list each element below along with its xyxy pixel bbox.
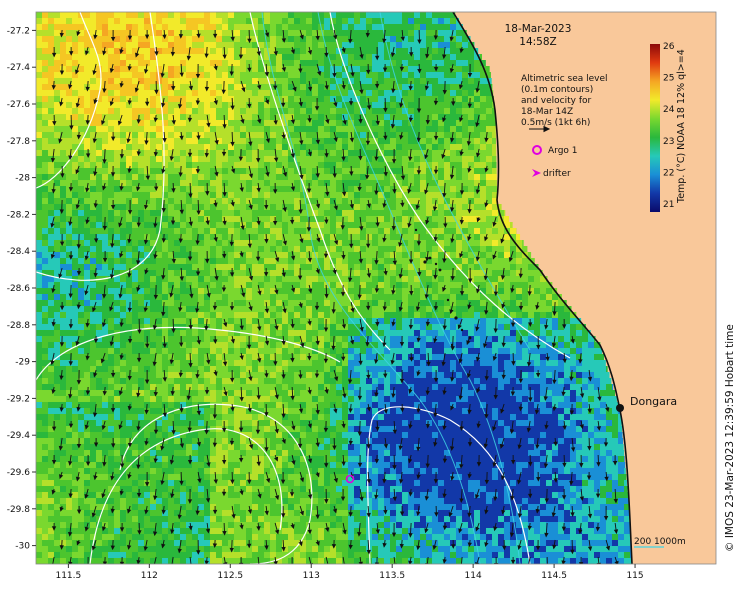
sea-surface-temperature-map: 111.5 112 112.5 113 113.5 114 114.5 115 -27.2-2… xyxy=(7,11,717,581)
map-date: 18-Mar-2023 xyxy=(505,23,572,35)
argo-label: Argo 1 xyxy=(548,146,578,156)
current-arrowhead xyxy=(190,567,193,570)
y-tick-label: -28.6 xyxy=(7,284,31,294)
x-axis: 111.5 112 112.5 113 113.5 114 114.5 115 xyxy=(55,564,644,581)
colorbar-tick-label: 23 xyxy=(663,137,674,147)
y-tick-label: -29 xyxy=(15,358,30,368)
x-tick-label: 114 xyxy=(465,571,482,581)
current-arrowhead xyxy=(291,566,294,569)
colorbar-tick-label: 24 xyxy=(663,105,675,115)
colorbar-gradient xyxy=(650,44,660,212)
current-arrowhead xyxy=(153,565,156,568)
current-arrowhead xyxy=(328,563,330,564)
legend-line: and velocity for xyxy=(521,96,592,106)
x-tick-label: 113 xyxy=(303,571,320,581)
legend-line: (0.1m contours) xyxy=(521,85,593,95)
colorbar-tick-label: 21 xyxy=(663,200,674,210)
colorbar-tick-label: 22 xyxy=(663,168,674,178)
copyright-notice: © IMOS 23-Mar-2023 12:39:59 Hobart time xyxy=(724,324,736,552)
current-arrowhead xyxy=(51,566,54,569)
y-tick-label: -27.8 xyxy=(7,137,31,147)
x-tick-label: 111.5 xyxy=(55,571,81,581)
y-tick-label: -29.2 xyxy=(7,394,30,404)
scale-bar-label: 200 1000m xyxy=(634,537,686,547)
legend-line: Altimetric sea level xyxy=(521,74,608,84)
y-tick-label: -29.4 xyxy=(7,431,31,441)
drifter-label: drifter xyxy=(543,169,571,179)
x-tick-label: 112.5 xyxy=(217,571,243,581)
y-tick-label: -28.2 xyxy=(7,210,30,220)
x-tick-label: 112 xyxy=(141,571,158,581)
current-arrowhead xyxy=(527,566,530,569)
x-tick-label: 115 xyxy=(626,571,643,581)
place-label: Dongara xyxy=(630,395,677,408)
y-axis: -27.2 -27.4 -27.6 -27.8 -28 -28.2 -28.4 -28.6 -2… xyxy=(7,26,36,552)
current-arrowhead xyxy=(460,566,463,569)
x-tick-label: 113.5 xyxy=(379,571,405,581)
y-tick-label: -29.8 xyxy=(7,505,31,515)
current-arrowhead xyxy=(102,561,108,564)
legend-line: 0.5m/s (1kt 6h) xyxy=(521,118,590,128)
colorbar-tick-label: 25 xyxy=(663,74,674,84)
y-tick-label: -28.4 xyxy=(7,247,31,257)
y-tick-label: -27.4 xyxy=(7,63,31,73)
y-tick-label: -30 xyxy=(15,542,30,552)
colorbar-tick-label: 26 xyxy=(663,42,675,52)
y-tick-label: -27.2 xyxy=(7,26,30,36)
current-arrowhead xyxy=(87,566,90,569)
current-arrowhead xyxy=(546,566,549,569)
legend-line: 18-Mar 14Z xyxy=(521,107,573,117)
x-tick-label: 114.5 xyxy=(541,571,567,581)
current-arrowhead xyxy=(374,562,380,564)
y-tick-label: -27.6 xyxy=(7,100,31,110)
y-tick-label: -28.8 xyxy=(7,321,31,331)
current-arrowhead xyxy=(170,567,173,570)
y-tick-label: -29.6 xyxy=(7,468,31,478)
colorbar-label: Temp. (°C) NOAA 18 12% ql>=4 xyxy=(676,49,687,203)
current-arrowhead xyxy=(259,563,262,564)
dongara-point-icon xyxy=(616,404,624,412)
current-arrowhead xyxy=(343,563,347,564)
y-tick-label: -28 xyxy=(15,174,30,184)
current-arrowhead xyxy=(392,563,398,564)
map-time: 14:58Z xyxy=(519,36,556,48)
